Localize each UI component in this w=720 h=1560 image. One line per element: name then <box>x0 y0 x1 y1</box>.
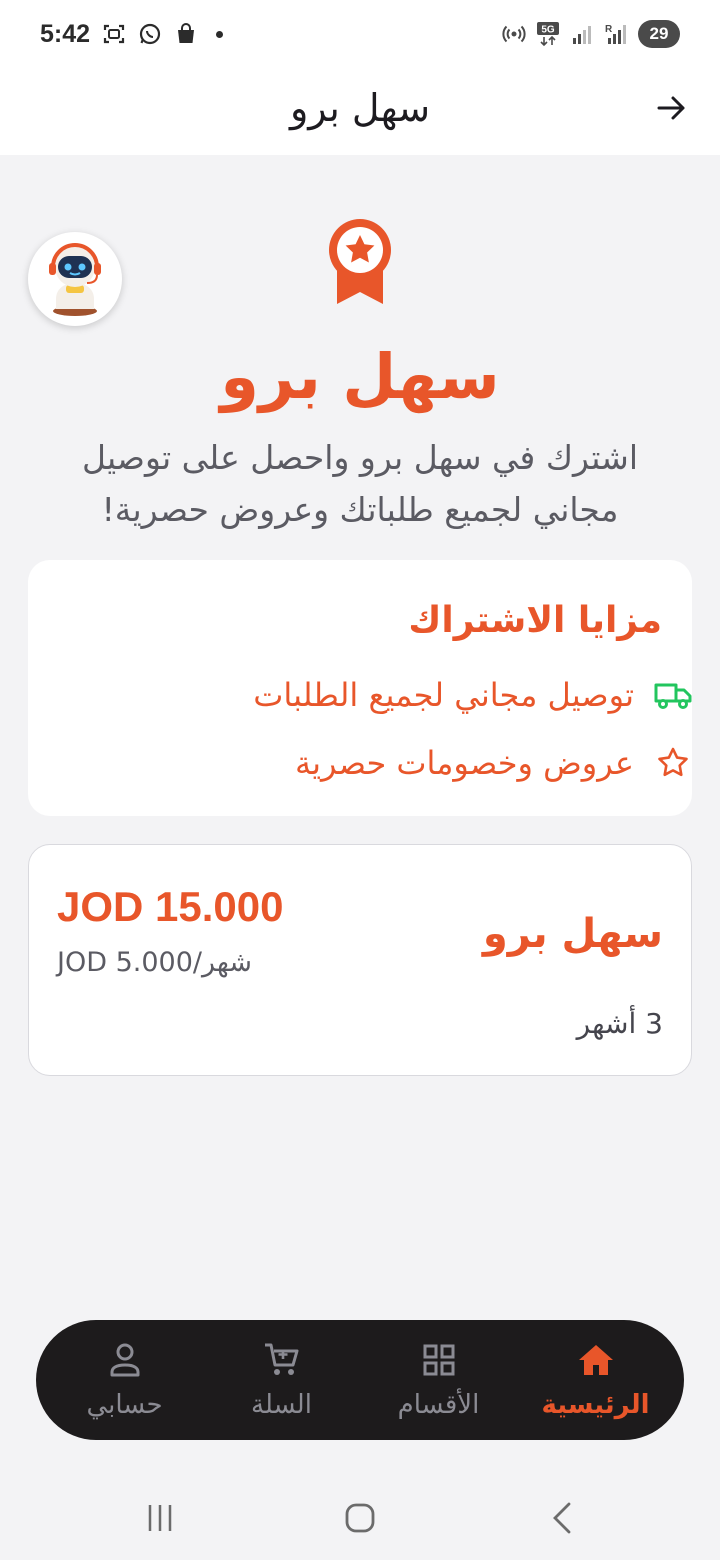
bottom-navigation: الرئيسية الأقسام السلة حسابي <box>36 1320 684 1440</box>
nav-item-home[interactable]: الرئيسية <box>521 1340 671 1420</box>
user-icon <box>105 1340 145 1380</box>
signal-roaming-icon: R <box>604 22 628 46</box>
whatsapp-icon <box>138 22 162 46</box>
status-time: 5:42 <box>40 19 91 48</box>
feature-item: توصيل مجاني لجميع الطلبات <box>253 676 692 714</box>
plan-price: JOD 15.000 <box>57 883 284 930</box>
robot-icon <box>49 243 101 316</box>
status-bar: 5:42 5G R 29 <box>0 0 720 68</box>
plan-name: سهل برو <box>482 911 663 957</box>
plan-card[interactable]: سهل برو 3 أشهر JOD 15.000 JOD 5.000/شهر <box>28 844 692 1076</box>
screenshot-icon <box>102 22 126 46</box>
home-icon <box>576 1340 616 1380</box>
features-title: مزايا الاشتراك <box>408 600 662 641</box>
home-button-icon[interactable] <box>340 1498 380 1538</box>
grid-icon <box>419 1340 459 1380</box>
nav-label: الرئيسية <box>541 1390 650 1420</box>
hero-description: اشترك في سهل برو واحصل على توصيل مجاني ل… <box>81 438 639 529</box>
network-5g-icon: 5G <box>536 22 560 47</box>
shopping-bag-icon <box>174 22 198 46</box>
nav-label: السلة <box>251 1390 312 1420</box>
cart-icon <box>262 1340 302 1380</box>
app-header: سهل برو <box>0 68 720 155</box>
svg-text:R: R <box>605 24 613 35</box>
status-right: 5G R 29 <box>502 20 680 48</box>
nav-label: حسابي <box>86 1390 163 1420</box>
page-title: سهل برو <box>289 86 431 130</box>
status-left: 5:42 <box>40 19 224 49</box>
svg-text:5G: 5G <box>541 25 555 36</box>
nav-label: الأقسام <box>397 1390 480 1420</box>
plan-monthly-price: JOD 5.000/شهر <box>57 947 252 978</box>
signal-icon <box>570 22 594 46</box>
nav-item-categories[interactable]: الأقسام <box>364 1340 514 1420</box>
feature-item: عروض وخصومات حصرية <box>295 744 692 782</box>
system-navigation-bar <box>0 1476 720 1560</box>
truck-icon <box>654 676 692 714</box>
hero-title: سهل برو <box>220 340 500 413</box>
notification-dot <box>216 30 224 38</box>
feature-label: عروض وخصومات حصرية <box>294 744 634 782</box>
hotspot-icon <box>502 22 526 46</box>
back-icon[interactable] <box>542 1498 582 1538</box>
recents-icon[interactable] <box>140 1498 180 1538</box>
back-arrow-icon[interactable] <box>654 90 690 126</box>
assistant-avatar-button[interactable] <box>28 232 122 326</box>
plan-duration: 3 أشهر <box>576 1007 663 1040</box>
award-badge-icon <box>325 216 395 306</box>
nav-item-cart[interactable]: السلة <box>207 1340 357 1420</box>
star-icon <box>654 744 692 782</box>
nav-item-account[interactable]: حسابي <box>50 1340 200 1420</box>
battery-indicator: 29 <box>638 20 680 48</box>
feature-label: توصيل مجاني لجميع الطلبات <box>253 676 634 714</box>
